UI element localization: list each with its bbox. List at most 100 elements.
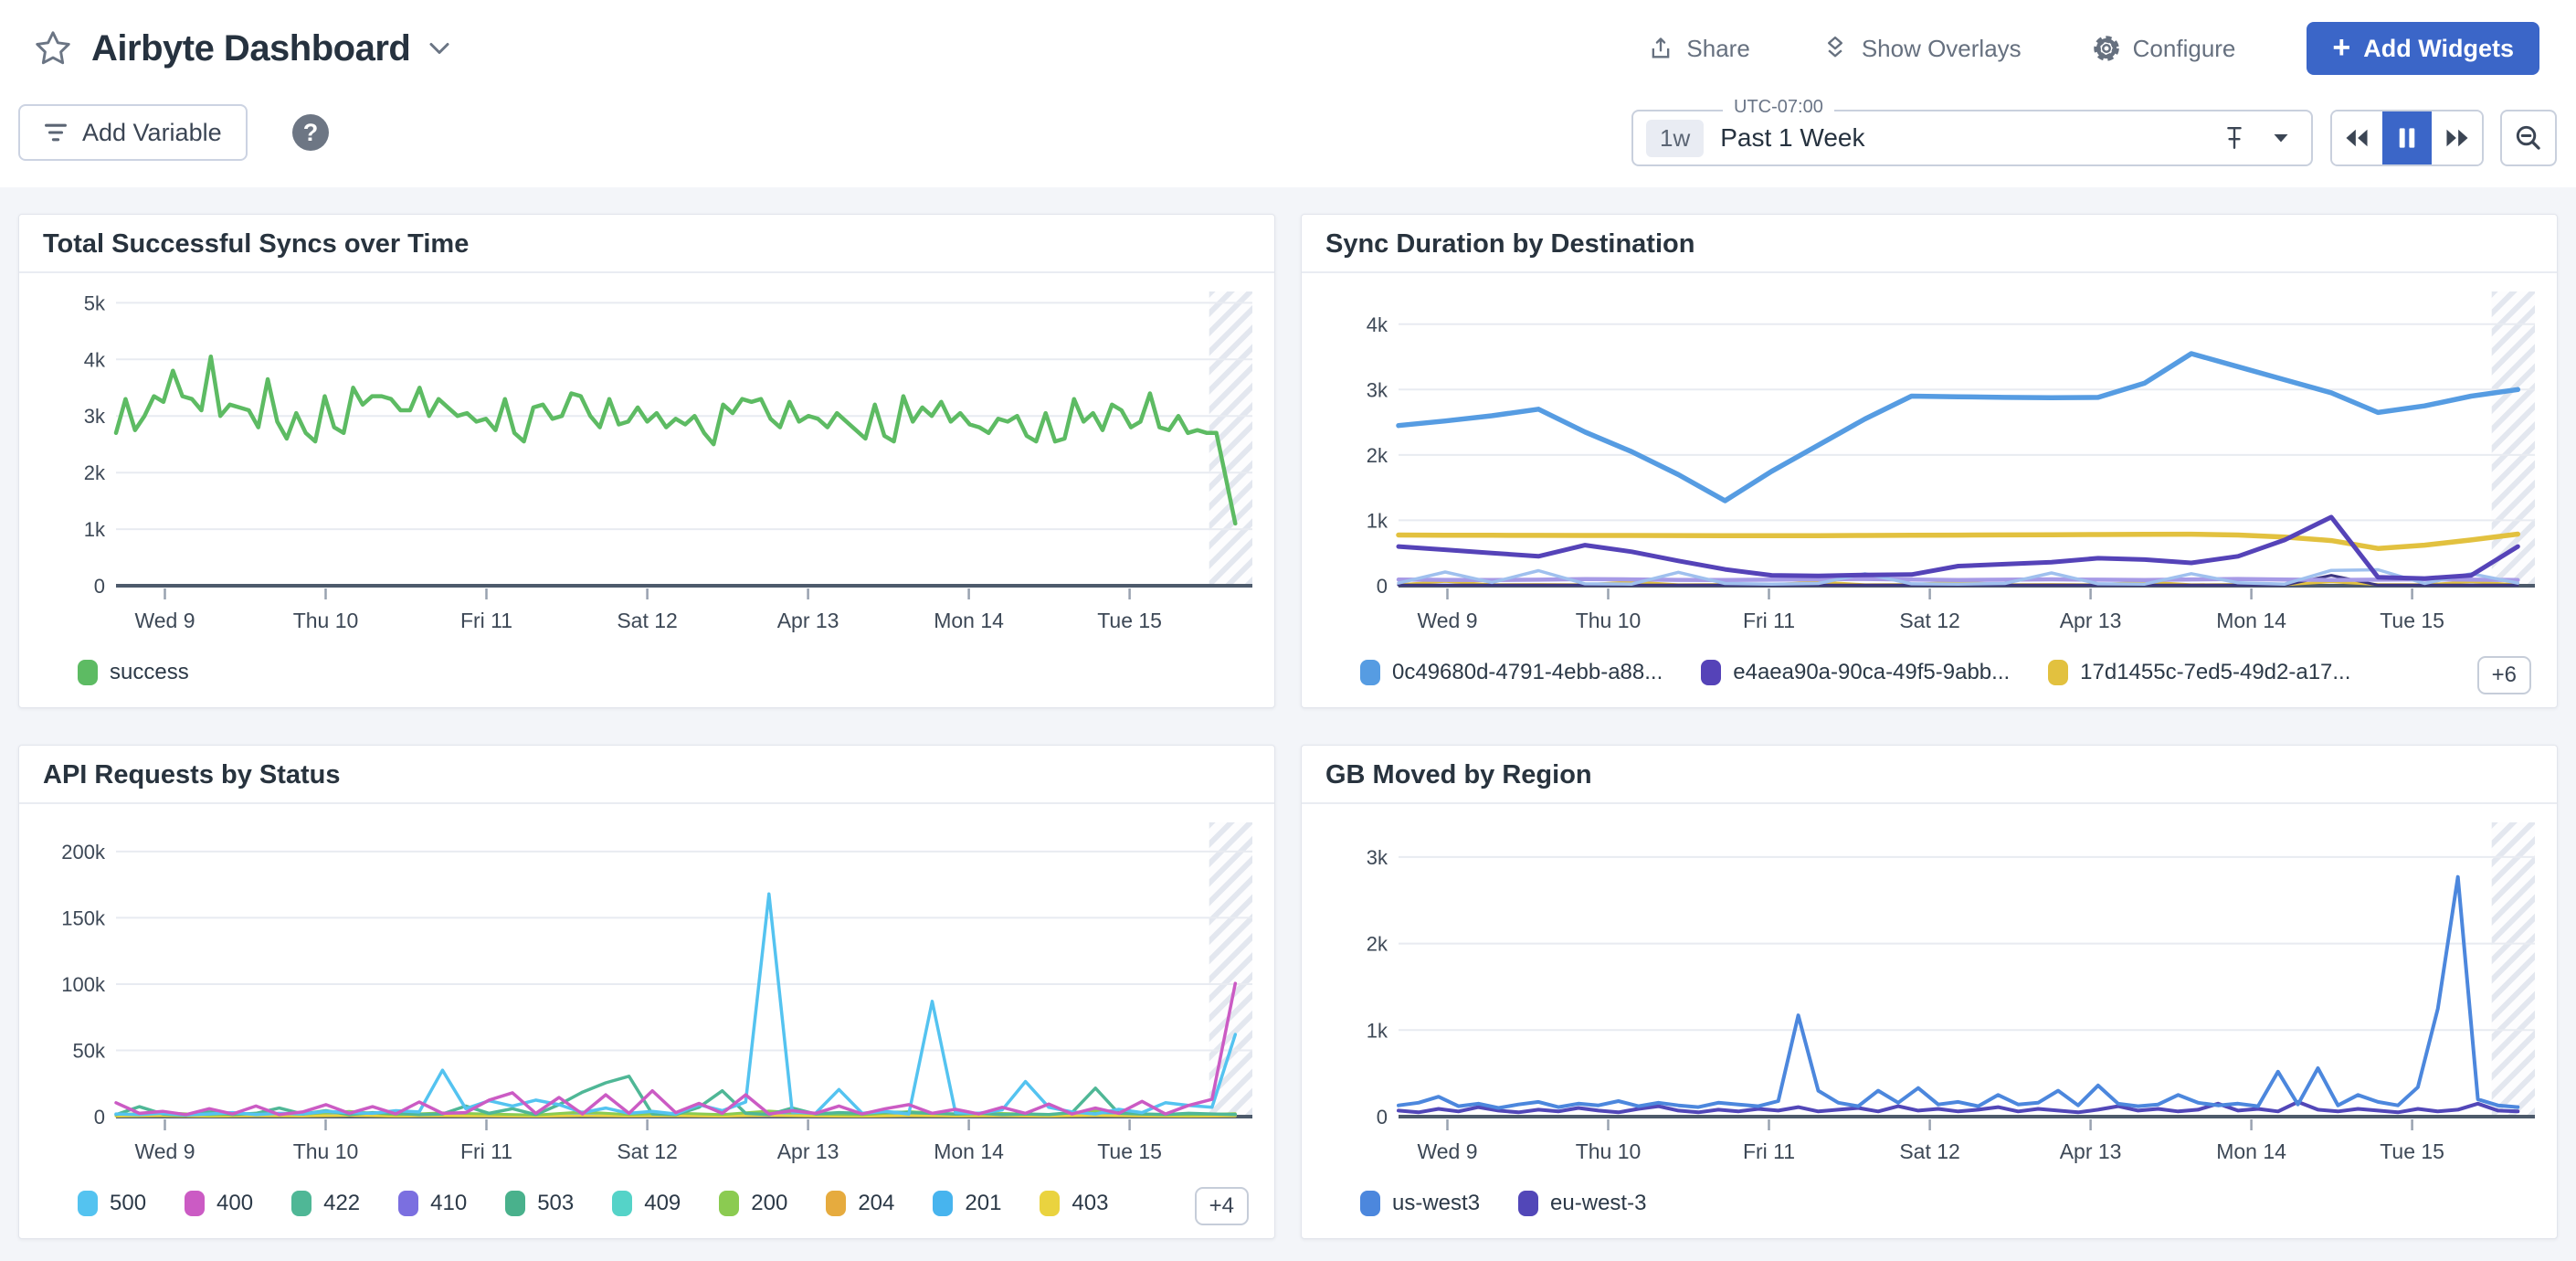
svg-text:50k: 50k xyxy=(73,1040,106,1063)
svg-text:Fri 11: Fri 11 xyxy=(460,1139,512,1163)
legend-item[interactable]: 503 xyxy=(505,1191,574,1216)
legend-item[interactable]: 201 xyxy=(933,1191,1001,1216)
legend-item[interactable]: e4aea90a-90ca-49f5-9abb... xyxy=(1701,660,2010,685)
add-variable-button[interactable]: Add Variable xyxy=(18,104,248,161)
legend-label: 410 xyxy=(430,1191,467,1216)
legend-item[interactable]: 204 xyxy=(826,1191,894,1216)
svg-text:4k: 4k xyxy=(84,348,106,371)
chart-canvas[interactable]: 4k3k2k1k0Wed 9Thu 10Fri 11Sat 12Apr 13Mo… xyxy=(1302,279,2559,644)
legend-label: 400 xyxy=(216,1191,253,1216)
time-backward-button[interactable] xyxy=(2332,111,2382,164)
legend-label: us-west3 xyxy=(1392,1191,1480,1216)
svg-text:3k: 3k xyxy=(84,405,106,428)
star-icon[interactable] xyxy=(33,28,73,69)
legend-label: e4aea90a-90ca-49f5-9abb... xyxy=(1733,660,2010,685)
legend-label: 17d1455c-7ed5-49d2-a17... xyxy=(2080,660,2350,685)
svg-text:Fri 11: Fri 11 xyxy=(1743,609,1795,632)
filter-icon xyxy=(44,122,68,143)
time-forward-button[interactable] xyxy=(2432,111,2482,164)
legend-color-chip xyxy=(1701,660,1721,685)
help-button[interactable]: ? xyxy=(292,114,329,151)
chart-canvas[interactable]: 3k2k1k0Wed 9Thu 10Fri 11Sat 12Apr 13Mon … xyxy=(1302,810,2559,1175)
legend-label: 422 xyxy=(323,1191,360,1216)
legend-item[interactable]: 500 xyxy=(78,1191,146,1216)
share-button[interactable]: Share xyxy=(1648,35,1749,63)
share-icon xyxy=(1648,35,1673,62)
legend-item[interactable]: 17d1455c-7ed5-49d2-a17... xyxy=(2048,660,2350,685)
chart-canvas[interactable]: 5k4k3k2k1k0Wed 9Thu 10Fri 11Sat 12Apr 13… xyxy=(19,279,1276,644)
legend-label: 204 xyxy=(858,1191,894,1216)
svg-text:Sat 12: Sat 12 xyxy=(617,609,678,632)
overlays-icon xyxy=(1821,35,1849,62)
svg-text:200k: 200k xyxy=(61,841,106,864)
legend-label: 409 xyxy=(644,1191,681,1216)
legend-item[interactable]: 409 xyxy=(612,1191,681,1216)
caret-down-icon[interactable] xyxy=(2273,132,2289,143)
header-row-controls: Add Variable ? UTC-07:00 1w Past 1 Week xyxy=(0,97,2576,187)
svg-text:Tue 15: Tue 15 xyxy=(1097,609,1162,632)
time-playback-controls xyxy=(2330,110,2484,166)
svg-text:0: 0 xyxy=(94,575,105,598)
pause-icon xyxy=(2396,126,2418,150)
legend-color-chip xyxy=(612,1191,632,1216)
legend-color-chip xyxy=(2048,660,2068,685)
header-actions: Share Show Overlays Configure xyxy=(1648,22,2539,75)
legend-color-chip xyxy=(933,1191,953,1216)
widget-gb-moved-by-region: GB Moved by Region 3k2k1k0Wed 9Thu 10Fri… xyxy=(1301,745,2558,1239)
chart-svg: 200k150k100k50k0Wed 9Thu 10Fri 11Sat 12A… xyxy=(19,810,1276,1175)
time-range-picker[interactable]: UTC-07:00 1w Past 1 Week xyxy=(1631,110,2313,166)
legend-overflow-badge[interactable]: +6 xyxy=(2477,656,2531,694)
zoom-out-icon xyxy=(2514,123,2543,153)
svg-text:Apr 13: Apr 13 xyxy=(2060,609,2122,632)
show-overlays-button[interactable]: Show Overlays xyxy=(1821,35,2022,63)
time-picker-controls xyxy=(2223,124,2289,152)
legend-label: 503 xyxy=(537,1191,574,1216)
legend-label: 0c49680d-4791-4ebb-a88... xyxy=(1392,660,1663,685)
svg-text:Wed 9: Wed 9 xyxy=(134,609,195,632)
header: Airbyte Dashboard Share xyxy=(0,0,2576,187)
svg-text:Mon 14: Mon 14 xyxy=(2216,1139,2286,1163)
svg-text:Apr 13: Apr 13 xyxy=(777,1139,839,1163)
zoom-out-button[interactable] xyxy=(2500,110,2557,166)
widget-title[interactable]: Total Successful Syncs over Time xyxy=(19,215,1274,273)
svg-text:1k: 1k xyxy=(1367,509,1388,532)
svg-text:2k: 2k xyxy=(1367,444,1388,467)
legend-item[interactable]: eu-west-3 xyxy=(1518,1191,1646,1216)
svg-text:Wed 9: Wed 9 xyxy=(1417,609,1477,632)
legend-item[interactable]: 422 xyxy=(291,1191,360,1216)
legend-label: 403 xyxy=(1072,1191,1108,1216)
legend-item[interactable]: 410 xyxy=(398,1191,467,1216)
widget-title[interactable]: Sync Duration by Destination xyxy=(1302,215,2557,273)
svg-text:Apr 13: Apr 13 xyxy=(2060,1139,2122,1163)
widget-title[interactable]: API Requests by Status xyxy=(19,746,1274,804)
widget-title[interactable]: GB Moved by Region xyxy=(1302,746,2557,804)
legend-item[interactable]: us-west3 xyxy=(1360,1191,1480,1216)
chart-canvas[interactable]: 200k150k100k50k0Wed 9Thu 10Fri 11Sat 12A… xyxy=(19,810,1276,1175)
add-widgets-button[interactable]: + Add Widgets xyxy=(2307,22,2539,75)
svg-text:1k: 1k xyxy=(84,518,106,541)
svg-text:Sat 12: Sat 12 xyxy=(1899,1139,1960,1163)
configure-label: Configure xyxy=(2133,35,2236,63)
timezone-label: UTC-07:00 xyxy=(1723,97,1834,118)
svg-text:Fri 11: Fri 11 xyxy=(1743,1139,1795,1163)
svg-text:Mon 14: Mon 14 xyxy=(2216,609,2286,632)
legend-item[interactable]: 403 xyxy=(1040,1191,1108,1216)
legend-overflow-badge[interactable]: +4 xyxy=(1195,1187,1249,1225)
legend-item[interactable]: 400 xyxy=(185,1191,253,1216)
time-pause-button[interactable] xyxy=(2382,111,2433,164)
svg-text:100k: 100k xyxy=(61,973,106,996)
legend-item[interactable]: 0c49680d-4791-4ebb-a88... xyxy=(1360,660,1663,685)
chevron-down-icon[interactable] xyxy=(428,41,450,56)
legend-label: eu-west-3 xyxy=(1550,1191,1646,1216)
configure-button[interactable]: Configure xyxy=(2093,35,2236,63)
chart-svg: 4k3k2k1k0Wed 9Thu 10Fri 11Sat 12Apr 13Mo… xyxy=(1302,279,2559,644)
legend-item[interactable]: 200 xyxy=(719,1191,787,1216)
legend-item[interactable]: success xyxy=(78,660,189,685)
svg-text:3k: 3k xyxy=(1367,378,1388,401)
legend-color-chip xyxy=(505,1191,525,1216)
pin-icon[interactable] xyxy=(2223,124,2245,152)
time-range-chip[interactable]: 1w xyxy=(1646,120,1704,157)
svg-text:Tue 15: Tue 15 xyxy=(1097,1139,1162,1163)
time-range-label: Past 1 Week xyxy=(1720,123,1864,153)
header-row-title: Airbyte Dashboard Share xyxy=(0,0,2576,97)
